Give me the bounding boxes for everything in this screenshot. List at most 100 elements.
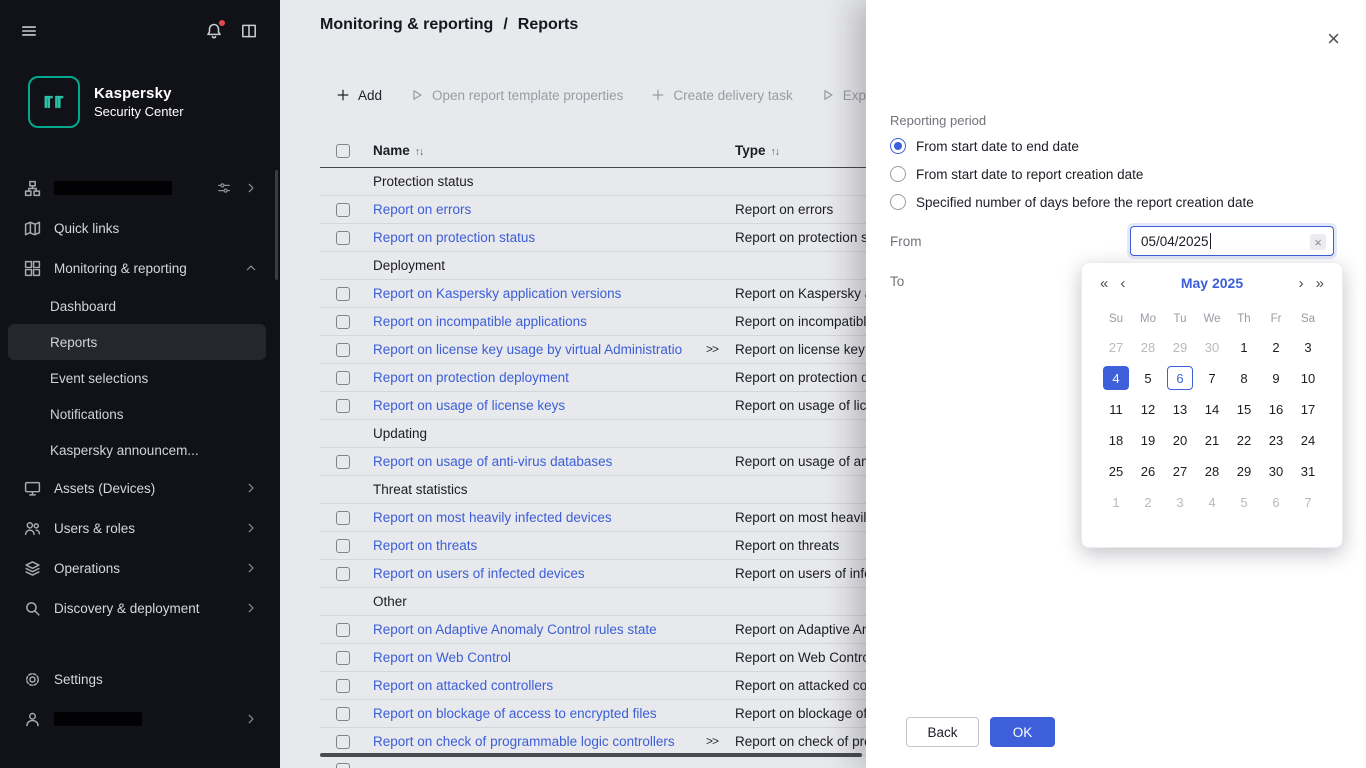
prev-year-icon[interactable]: « — [1100, 276, 1108, 291]
sidebar-item-kaspersky-announcements[interactable]: Kaspersky announcem... — [0, 432, 280, 468]
day-cell[interactable]: 29 — [1167, 335, 1193, 359]
radio-option-2[interactable]: Specified number of days before the repo… — [890, 188, 1254, 216]
day-cell[interactable]: 6 — [1263, 490, 1289, 514]
sidebar-item-users-roles[interactable]: Users & roles — [0, 508, 280, 548]
sort-icon[interactable]: ↑↓ — [771, 146, 780, 158]
day-cell[interactable]: 26 — [1135, 459, 1161, 483]
day-cell[interactable]: 31 — [1295, 459, 1321, 483]
clear-input-icon[interactable]: × — [1310, 234, 1326, 250]
day-cell[interactable]: 4 — [1103, 366, 1129, 390]
day-cell[interactable]: 7 — [1295, 490, 1321, 514]
sidebar-item-dashboard[interactable]: Dashboard — [0, 288, 280, 324]
report-name-link[interactable]: Report on incompatible applications — [373, 314, 587, 329]
day-cell[interactable]: 6 — [1167, 366, 1193, 390]
add-button[interactable]: Add — [336, 88, 382, 103]
row-checkbox[interactable] — [336, 287, 350, 301]
sidebar-item-server[interactable] — [0, 168, 280, 208]
day-cell[interactable]: 14 — [1199, 397, 1225, 421]
overflow-indicator[interactable]: >> — [706, 342, 718, 356]
report-name-link[interactable]: Report on protection status — [373, 230, 535, 245]
day-cell[interactable]: 16 — [1263, 397, 1289, 421]
day-cell[interactable]: 5 — [1135, 366, 1161, 390]
report-name-link[interactable]: Report on errors — [373, 202, 471, 217]
day-cell[interactable]: 8 — [1231, 366, 1257, 390]
sidebar-item-assets-devices[interactable]: Assets (Devices) — [0, 468, 280, 508]
close-icon[interactable]: × — [1327, 28, 1340, 50]
row-checkbox[interactable] — [336, 203, 350, 217]
day-cell[interactable]: 21 — [1199, 428, 1225, 452]
day-cell[interactable]: 2 — [1263, 335, 1289, 359]
day-cell[interactable]: 1 — [1103, 490, 1129, 514]
row-checkbox[interactable] — [336, 343, 350, 357]
sidebar-item-notifications[interactable]: Notifications — [0, 396, 280, 432]
ok-button[interactable]: OK — [990, 717, 1055, 747]
sidebar-item-monitoring-reporting[interactable]: Monitoring & reporting — [0, 248, 280, 288]
row-checkbox[interactable] — [336, 539, 350, 553]
radio-option-0[interactable]: From start date to end date — [890, 132, 1254, 160]
report-name-link[interactable]: Report on Adaptive Anomaly Control rules… — [373, 622, 657, 637]
create-delivery-task-button[interactable]: Create delivery task — [651, 88, 792, 103]
row-checkbox[interactable] — [336, 623, 350, 637]
row-checkbox[interactable] — [336, 511, 350, 525]
row-checkbox[interactable] — [336, 679, 350, 693]
row-checkbox[interactable] — [336, 315, 350, 329]
sort-icon[interactable]: ↑↓ — [415, 146, 424, 158]
radio-circle[interactable] — [890, 194, 906, 210]
sidebar-item-event-selections[interactable]: Event selections — [0, 360, 280, 396]
radio-circle[interactable] — [890, 138, 906, 154]
day-cell[interactable]: 28 — [1199, 459, 1225, 483]
report-name-link[interactable]: Report on license key usage by virtual A… — [373, 342, 682, 357]
row-checkbox[interactable] — [336, 455, 350, 469]
row-checkbox[interactable] — [336, 763, 350, 768]
sidebar-item-operations[interactable]: Operations — [0, 548, 280, 588]
sidebar-item-settings[interactable]: Settings — [0, 659, 280, 699]
radio-option-1[interactable]: From start date to report creation date — [890, 160, 1254, 188]
open-report-template-properties-button[interactable]: Open report template properties — [410, 88, 623, 103]
day-cell[interactable]: 20 — [1167, 428, 1193, 452]
day-cell[interactable]: 23 — [1263, 428, 1289, 452]
day-cell[interactable]: 22 — [1231, 428, 1257, 452]
day-cell[interactable]: 17 — [1295, 397, 1321, 421]
day-cell[interactable]: 28 — [1135, 335, 1161, 359]
breadcrumb-reports[interactable]: Reports — [518, 16, 578, 34]
documentation-icon[interactable] — [240, 22, 260, 42]
day-cell[interactable]: 2 — [1135, 490, 1161, 514]
report-name-link[interactable]: Report on check of programmable logic co… — [373, 734, 675, 749]
day-cell[interactable]: 13 — [1167, 397, 1193, 421]
day-cell[interactable]: 30 — [1199, 335, 1225, 359]
sidebar-item-discovery-deployment[interactable]: Discovery & deployment — [0, 588, 280, 628]
day-cell[interactable]: 15 — [1231, 397, 1257, 421]
radio-circle[interactable] — [890, 166, 906, 182]
report-name-link[interactable]: Report on protection deployment — [373, 370, 569, 385]
day-cell[interactable]: 4 — [1199, 490, 1225, 514]
sidebar-scrollbar[interactable] — [275, 170, 278, 280]
next-month-icon[interactable]: › — [1299, 276, 1304, 291]
column-header-name[interactable]: Name↑↓ — [373, 143, 423, 158]
report-name-link[interactable]: Report on most heavily infected devices — [373, 510, 612, 525]
day-cell[interactable]: 11 — [1103, 397, 1129, 421]
day-cell[interactable]: 27 — [1167, 459, 1193, 483]
day-cell[interactable]: 24 — [1295, 428, 1321, 452]
day-cell[interactable]: 19 — [1135, 428, 1161, 452]
hamburger-menu-icon[interactable] — [20, 22, 40, 42]
day-cell[interactable]: 3 — [1167, 490, 1193, 514]
report-name-link[interactable]: Report on usage of license keys — [373, 398, 565, 413]
day-cell[interactable]: 1 — [1231, 335, 1257, 359]
report-name-link[interactable]: Report on attacked controllers — [373, 678, 553, 693]
day-cell[interactable]: 3 — [1295, 335, 1321, 359]
day-cell[interactable]: 10 — [1295, 366, 1321, 390]
day-cell[interactable]: 7 — [1199, 366, 1225, 390]
day-cell[interactable]: 29 — [1231, 459, 1257, 483]
day-cell[interactable]: 12 — [1135, 397, 1161, 421]
back-button[interactable]: Back — [906, 717, 979, 747]
day-cell[interactable]: 27 — [1103, 335, 1129, 359]
from-date-input[interactable]: 05/04/2025 × — [1130, 226, 1334, 256]
row-checkbox[interactable] — [336, 707, 350, 721]
column-header-type[interactable]: Type↑↓ — [735, 143, 779, 158]
report-name-link[interactable]: Report on Web Control — [373, 650, 511, 665]
month-year-label[interactable]: May 2025 — [1137, 275, 1286, 291]
horizontal-scrollbar[interactable] — [320, 753, 862, 757]
sidebar-item-account[interactable] — [0, 699, 280, 739]
day-cell[interactable]: 30 — [1263, 459, 1289, 483]
report-name-link[interactable]: Report on blockage of access to encrypte… — [373, 706, 657, 721]
